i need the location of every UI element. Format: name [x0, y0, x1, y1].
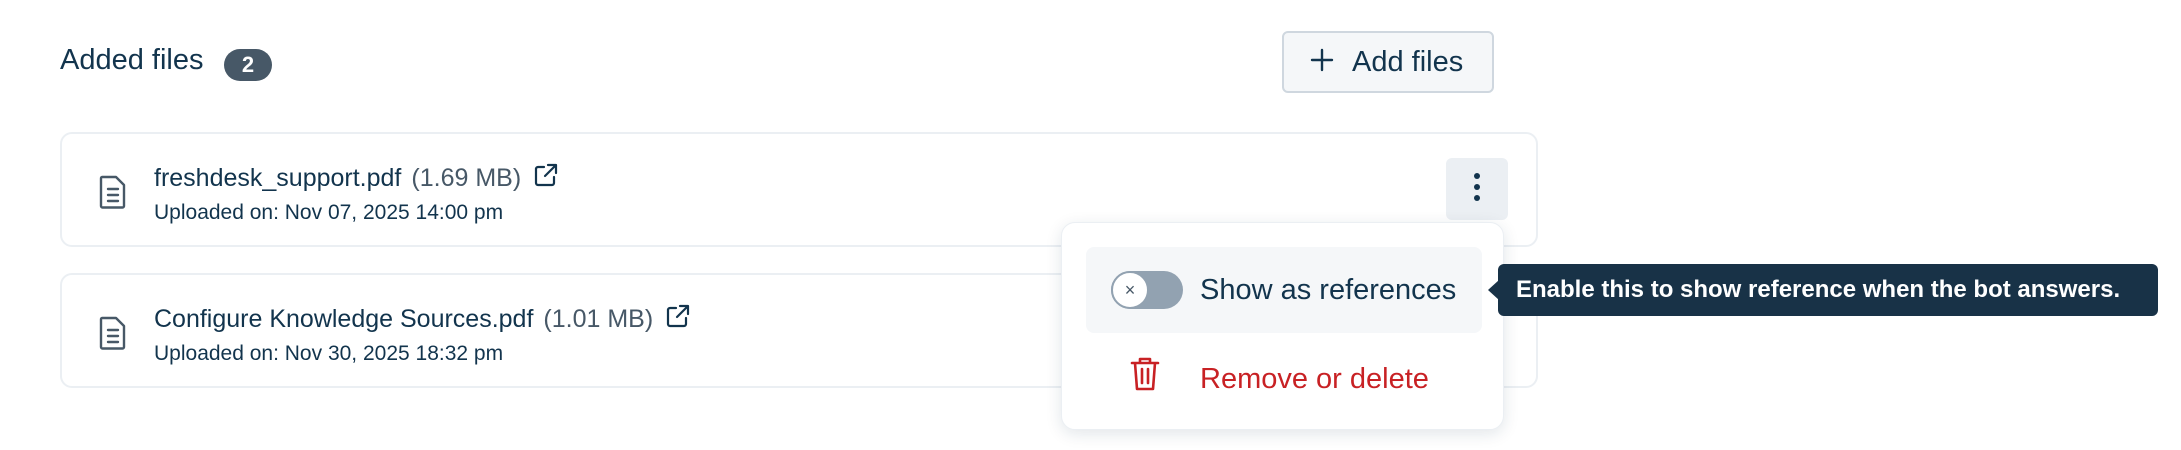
remove-or-delete-item[interactable]: Remove or delete: [1086, 345, 1482, 415]
file-name: Configure Knowledge Sources.pdf: [154, 305, 534, 333]
toggle-knob: ×: [1111, 271, 1149, 309]
file-name: freshdesk_support.pdf: [154, 164, 402, 192]
document-icon: [98, 315, 128, 356]
section-title: Added files: [60, 44, 204, 76]
trash-icon: [1130, 356, 1160, 397]
external-link-icon[interactable]: [533, 162, 559, 195]
upload-date: Uploaded on: Nov 30, 2025 18:32 pm: [154, 342, 504, 365]
document-icon: [98, 174, 128, 215]
file-options-menu: × Show as references Remove or delete: [1061, 222, 1504, 430]
show-references-label: Show as references: [1200, 274, 1457, 306]
file-name-line: Configure Knowledge Sources.pdf (1.01 MB): [154, 303, 691, 336]
references-tooltip: Enable this to show reference when the b…: [1498, 264, 2158, 316]
external-link-icon[interactable]: [665, 303, 691, 336]
close-icon: ×: [1124, 279, 1136, 300]
file-name-line: freshdesk_support.pdf (1.69 MB): [154, 162, 559, 195]
add-files-button[interactable]: Add files: [1282, 31, 1494, 93]
add-files-label: Add files: [1352, 45, 1464, 78]
upload-date: Uploaded on: Nov 07, 2025 14:00 pm: [154, 201, 504, 224]
plus-icon: [1310, 48, 1334, 77]
show-references-toggle[interactable]: ×: [1111, 271, 1183, 309]
file-size: (1.01 MB): [543, 305, 654, 333]
show-as-references-item[interactable]: × Show as references: [1086, 247, 1482, 333]
more-options-button[interactable]: [1446, 158, 1508, 220]
remove-or-delete-label: Remove or delete: [1200, 363, 1429, 395]
file-count-badge: 2: [224, 49, 272, 81]
file-size: (1.69 MB): [411, 164, 522, 192]
kebab-menu-icon: [1473, 172, 1481, 207]
